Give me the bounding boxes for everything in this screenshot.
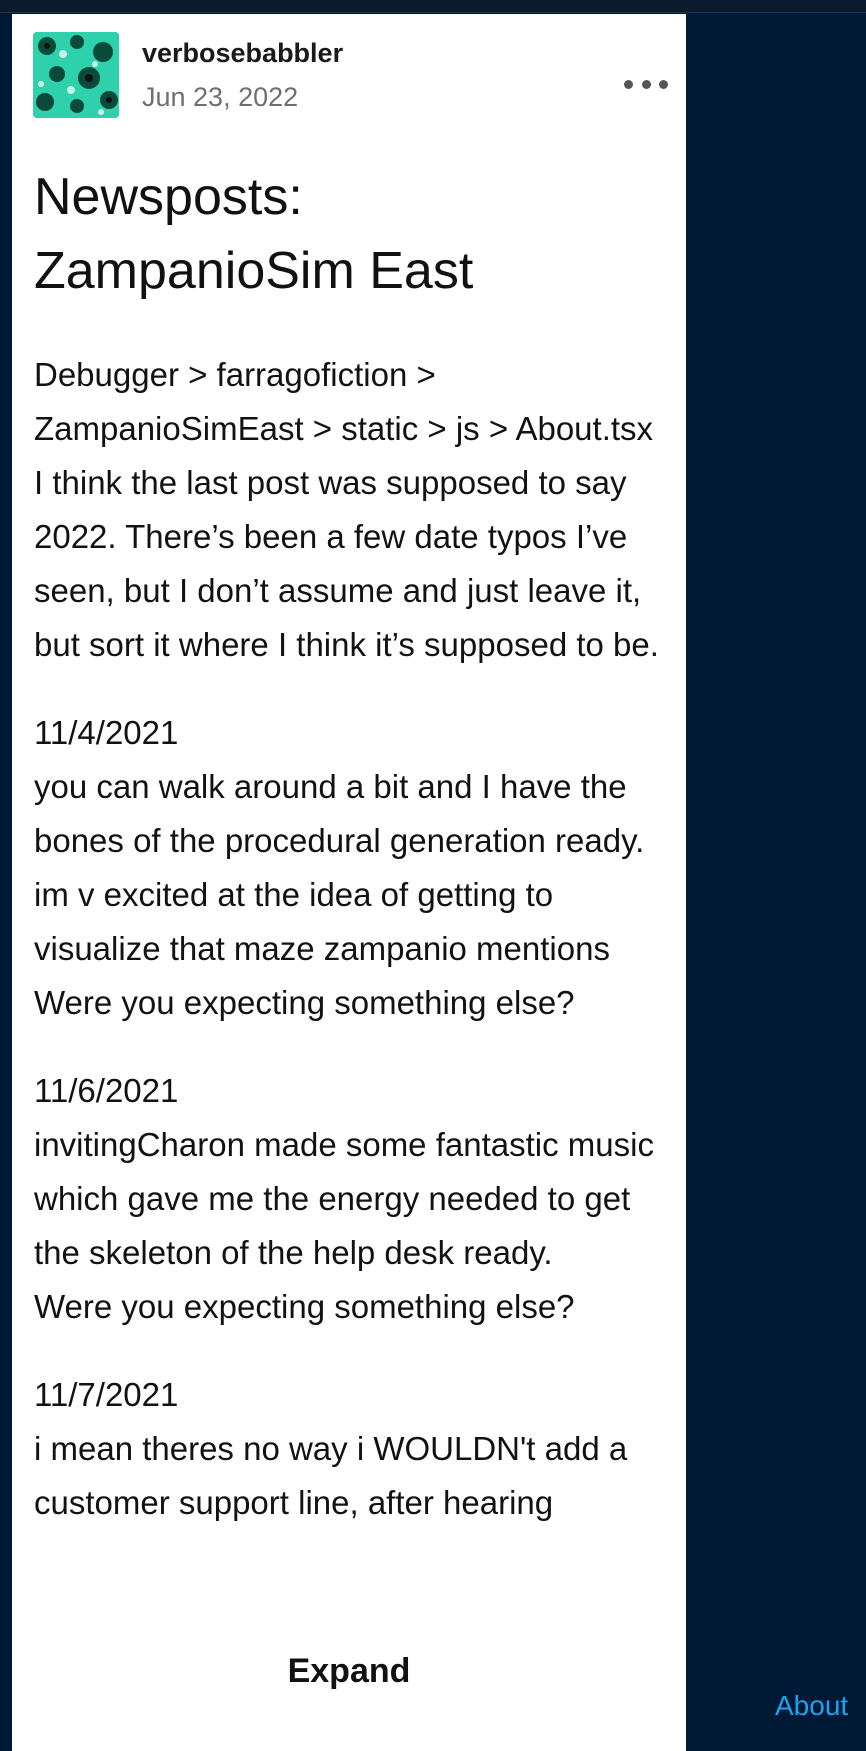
entry-date: 11/7/2021: [34, 1376, 179, 1413]
entry-date: 11/4/2021: [34, 714, 179, 751]
paragraph-line: invitingCharon made some fantastic music…: [34, 1126, 654, 1271]
paragraph: 11/7/2021 i mean theres no way i WOULDN'…: [34, 1368, 674, 1530]
top-bar: [0, 0, 866, 13]
about-link[interactable]: About: [775, 1690, 848, 1722]
paragraph-line: Debugger > farragofiction > ZampanioSimE…: [34, 356, 654, 447]
paragraph: 11/6/2021 invitingCharon made some fanta…: [34, 1064, 674, 1334]
dot: [659, 79, 668, 89]
avatar[interactable]: [33, 32, 119, 118]
post-username[interactable]: verbosebabbler: [142, 38, 343, 69]
paragraph-line: i mean theres no way i WOULDN't add a cu…: [34, 1430, 628, 1521]
dot: [641, 79, 651, 89]
paragraph-line: you can walk around a bit and I have the…: [34, 768, 645, 967]
post-date: Jun 23, 2022: [142, 82, 299, 112]
paragraph-line: I think the last post was supposed to sa…: [34, 464, 659, 663]
paragraph: 11/4/2021 you can walk around a bit and …: [34, 706, 674, 1030]
post-header: verbosebabbler Jun 23, 2022: [12, 14, 686, 124]
post-card: verbosebabbler Jun 23, 2022 Newsposts: Za…: [12, 14, 686, 1751]
title-line-2: ZampanioSim East: [34, 242, 474, 300]
title-line-1: Newsposts:: [34, 168, 303, 226]
paragraph-line: Were you expecting something else?: [34, 984, 575, 1021]
expand-button[interactable]: Expand: [12, 1652, 686, 1691]
dot: [624, 79, 633, 89]
entry-date: 11/6/2021: [34, 1072, 179, 1109]
paragraph: Debugger > farragofiction > ZampanioSimE…: [34, 348, 674, 672]
post-body: Debugger > farragofiction > ZampanioSimE…: [34, 348, 674, 1564]
more-options-icon[interactable]: [624, 72, 668, 96]
post-title: Newsposts: ZampanioSim East: [34, 160, 664, 308]
paragraph-line: Were you expecting something else?: [34, 1288, 575, 1325]
